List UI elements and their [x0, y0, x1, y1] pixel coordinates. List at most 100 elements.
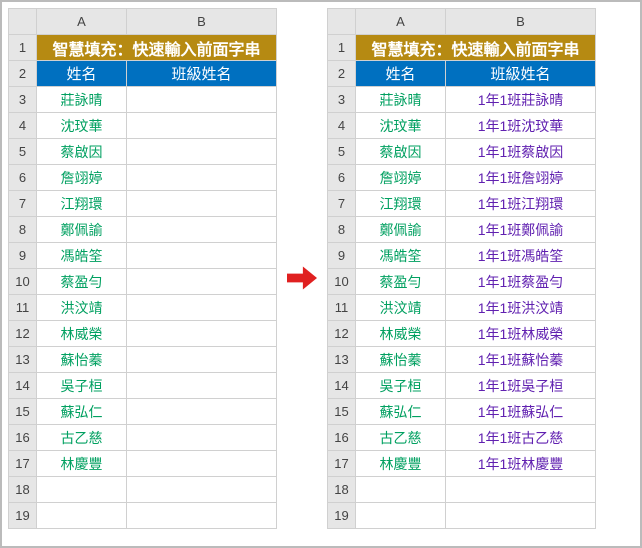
row-header[interactable]: 8: [328, 217, 356, 243]
class-name-cell[interactable]: 1年1班蘇怡蓁: [446, 347, 596, 373]
col-header-a[interactable]: A: [37, 9, 127, 35]
row-header[interactable]: 11: [9, 295, 37, 321]
class-name-cell[interactable]: [127, 243, 277, 269]
name-cell[interactable]: 江翔環: [356, 191, 446, 217]
cell[interactable]: [446, 503, 596, 529]
row-header[interactable]: 3: [328, 87, 356, 113]
class-name-cell[interactable]: [127, 165, 277, 191]
col-header-b[interactable]: B: [446, 9, 596, 35]
header-name[interactable]: 姓名: [356, 61, 446, 87]
cell[interactable]: [127, 503, 277, 529]
header-name[interactable]: 姓名: [37, 61, 127, 87]
name-cell[interactable]: 莊詠晴: [37, 87, 127, 113]
class-name-cell[interactable]: 1年1班詹翊婷: [446, 165, 596, 191]
title-cell[interactable]: 智慧填充：快速輸入前面字串: [37, 35, 277, 61]
row-header[interactable]: 2: [9, 61, 37, 87]
class-name-cell[interactable]: 1年1班江翔環: [446, 191, 596, 217]
class-name-cell[interactable]: 1年1班林慶豐: [446, 451, 596, 477]
row-header[interactable]: 3: [9, 87, 37, 113]
row-header[interactable]: 15: [328, 399, 356, 425]
cell[interactable]: [356, 503, 446, 529]
class-name-cell[interactable]: 1年1班莊詠晴: [446, 87, 596, 113]
row-header[interactable]: 5: [9, 139, 37, 165]
name-cell[interactable]: 蔡啟因: [356, 139, 446, 165]
name-cell[interactable]: 古乙慈: [37, 425, 127, 451]
name-cell[interactable]: 沈玟華: [356, 113, 446, 139]
row-header[interactable]: 18: [328, 477, 356, 503]
row-header[interactable]: 16: [9, 425, 37, 451]
row-header[interactable]: 7: [328, 191, 356, 217]
name-cell[interactable]: 蘇怡蓁: [356, 347, 446, 373]
row-header[interactable]: 9: [9, 243, 37, 269]
class-name-cell[interactable]: 1年1班洪汶靖: [446, 295, 596, 321]
name-cell[interactable]: 蘇怡蓁: [37, 347, 127, 373]
class-name-cell[interactable]: 1年1班古乙慈: [446, 425, 596, 451]
name-cell[interactable]: 鄭佩諭: [356, 217, 446, 243]
class-name-cell[interactable]: 1年1班鄭佩諭: [446, 217, 596, 243]
cell[interactable]: [37, 477, 127, 503]
col-header-b[interactable]: B: [127, 9, 277, 35]
class-name-cell[interactable]: [127, 321, 277, 347]
col-header-a[interactable]: A: [356, 9, 446, 35]
row-header[interactable]: 2: [328, 61, 356, 87]
corner-cell[interactable]: [9, 9, 37, 35]
name-cell[interactable]: 吳子桓: [37, 373, 127, 399]
class-name-cell[interactable]: [127, 451, 277, 477]
row-header[interactable]: 6: [9, 165, 37, 191]
name-cell[interactable]: 詹翊婷: [37, 165, 127, 191]
name-cell[interactable]: 蘇弘仁: [356, 399, 446, 425]
row-header[interactable]: 14: [9, 373, 37, 399]
class-name-cell[interactable]: [127, 347, 277, 373]
row-header[interactable]: 15: [9, 399, 37, 425]
cell[interactable]: [37, 503, 127, 529]
row-header[interactable]: 1: [9, 35, 37, 61]
cell[interactable]: [127, 477, 277, 503]
row-header[interactable]: 10: [328, 269, 356, 295]
class-name-cell[interactable]: [127, 139, 277, 165]
class-name-cell[interactable]: [127, 217, 277, 243]
name-cell[interactable]: 江翔環: [37, 191, 127, 217]
header-class[interactable]: 班級姓名: [446, 61, 596, 87]
class-name-cell[interactable]: 1年1班蘇弘仁: [446, 399, 596, 425]
class-name-cell[interactable]: 1年1班林威榮: [446, 321, 596, 347]
row-header[interactable]: 12: [328, 321, 356, 347]
row-header[interactable]: 8: [9, 217, 37, 243]
row-header[interactable]: 12: [9, 321, 37, 347]
cell[interactable]: [356, 477, 446, 503]
name-cell[interactable]: 蔡盈勻: [356, 269, 446, 295]
class-name-cell[interactable]: 1年1班沈玟華: [446, 113, 596, 139]
class-name-cell[interactable]: [127, 373, 277, 399]
name-cell[interactable]: 吳子桓: [356, 373, 446, 399]
row-header[interactable]: 17: [9, 451, 37, 477]
row-header[interactable]: 9: [328, 243, 356, 269]
row-header[interactable]: 17: [328, 451, 356, 477]
class-name-cell[interactable]: 1年1班馮皓筌: [446, 243, 596, 269]
row-header[interactable]: 5: [328, 139, 356, 165]
name-cell[interactable]: 鄭佩諭: [37, 217, 127, 243]
row-header[interactable]: 13: [9, 347, 37, 373]
name-cell[interactable]: 洪汶靖: [37, 295, 127, 321]
row-header[interactable]: 1: [328, 35, 356, 61]
header-class[interactable]: 班級姓名: [127, 61, 277, 87]
title-cell[interactable]: 智慧填充：快速輸入前面字串: [356, 35, 596, 61]
class-name-cell[interactable]: [127, 399, 277, 425]
class-name-cell[interactable]: 1年1班吳子桓: [446, 373, 596, 399]
name-cell[interactable]: 莊詠晴: [356, 87, 446, 113]
class-name-cell[interactable]: [127, 295, 277, 321]
row-header[interactable]: 18: [9, 477, 37, 503]
name-cell[interactable]: 林威榮: [356, 321, 446, 347]
class-name-cell[interactable]: 1年1班蔡盈勻: [446, 269, 596, 295]
name-cell[interactable]: 蔡盈勻: [37, 269, 127, 295]
cell[interactable]: [446, 477, 596, 503]
class-name-cell[interactable]: [127, 113, 277, 139]
spreadsheet-left[interactable]: A B 1 智慧填充：快速輸入前面字串 2 姓名 班級姓名 3莊詠晴4沈玟華5蔡…: [8, 8, 277, 529]
name-cell[interactable]: 蘇弘仁: [37, 399, 127, 425]
row-header[interactable]: 13: [328, 347, 356, 373]
row-header[interactable]: 10: [9, 269, 37, 295]
class-name-cell[interactable]: [127, 191, 277, 217]
row-header[interactable]: 4: [9, 113, 37, 139]
class-name-cell[interactable]: 1年1班蔡啟因: [446, 139, 596, 165]
name-cell[interactable]: 蔡啟因: [37, 139, 127, 165]
name-cell[interactable]: 詹翊婷: [356, 165, 446, 191]
row-header[interactable]: 6: [328, 165, 356, 191]
